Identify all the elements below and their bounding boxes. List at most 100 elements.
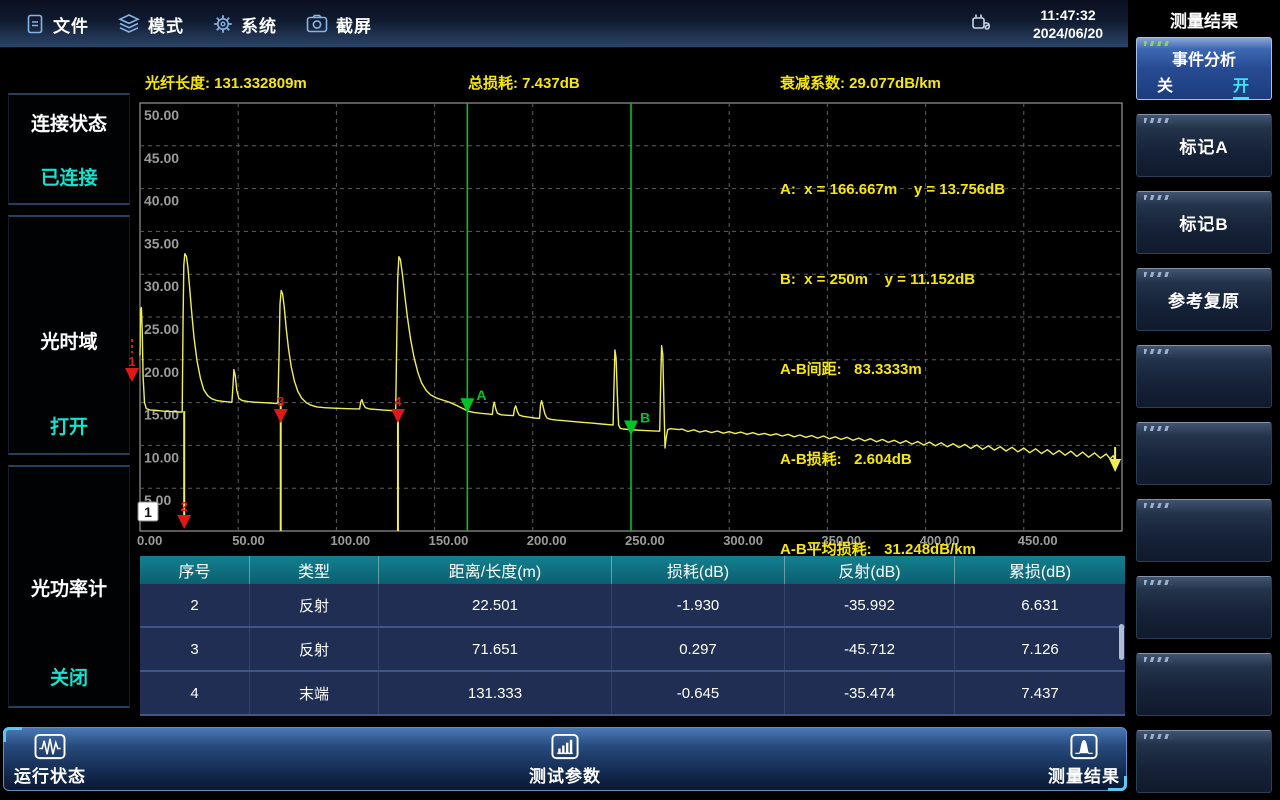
event-arrow bbox=[177, 515, 191, 529]
cell-distance: 71.651 bbox=[379, 628, 612, 670]
sidebar-button-empty[interactable] bbox=[1136, 422, 1272, 485]
y-tick-label: 40.00 bbox=[144, 193, 179, 209]
chart-region: 光纤长度: 131.332809m 总损耗: 7.437dB 衰减系数: 29.… bbox=[140, 60, 1128, 720]
nav-measure-results[interactable]: 测量结果 bbox=[1048, 733, 1120, 787]
cell-type: 末端 bbox=[250, 672, 379, 714]
table-scrollbar-thumb[interactable] bbox=[1119, 624, 1124, 660]
cell-type: 反射 bbox=[250, 628, 379, 670]
y-tick-label: 20.00 bbox=[144, 364, 179, 380]
cell-index: 3 bbox=[140, 628, 250, 670]
toggle-on-option[interactable]: 开 bbox=[1233, 72, 1249, 99]
camera-icon bbox=[305, 13, 329, 35]
cursor-b-readout: B: x = 250m y = 11.152dB bbox=[780, 265, 1005, 295]
cell-reflection: -45.712 bbox=[785, 628, 955, 670]
cell-loss: 0.297 bbox=[612, 628, 785, 670]
col-header: 距离/长度(m) bbox=[379, 556, 612, 584]
total-loss-stat: 总损耗: 7.437dB bbox=[468, 72, 580, 93]
y-tick-label: 50.00 bbox=[144, 107, 179, 123]
cell-cum-loss: 7.126 bbox=[955, 628, 1125, 670]
panel-title: 光功率计 bbox=[9, 574, 129, 601]
menu-item-mode[interactable]: 模式 bbox=[117, 12, 184, 37]
button-label: 标记A bbox=[1137, 115, 1271, 176]
table-row[interactable]: 3 反射 71.651 0.297 -45.712 7.126 bbox=[140, 628, 1125, 672]
y-tick-label: 45.00 bbox=[144, 150, 179, 166]
menu-item-system[interactable]: 系统 bbox=[212, 12, 277, 37]
bar-chart-icon bbox=[547, 733, 583, 762]
cell-cum-loss: 7.437 bbox=[955, 672, 1125, 714]
cursor-a-handle[interactable] bbox=[460, 398, 474, 413]
cell-loss: -0.645 bbox=[612, 672, 785, 714]
event-number: 2 bbox=[181, 499, 188, 514]
event-arrow bbox=[125, 368, 139, 382]
button-label: 标记B bbox=[1137, 192, 1271, 253]
main-menu: 文件 模式 系统 bbox=[24, 0, 372, 48]
sidebar-button-empty[interactable] bbox=[1136, 653, 1272, 716]
cursor-b-label: B bbox=[640, 410, 650, 426]
sidebar-button-empty[interactable] bbox=[1136, 499, 1272, 562]
marker-a-button[interactable]: 标记A bbox=[1136, 114, 1272, 177]
cell-index: 4 bbox=[140, 672, 250, 714]
toggle-off-option[interactable]: 关 bbox=[1157, 72, 1173, 96]
panel-value: 关闭 bbox=[9, 663, 129, 690]
time-text: 11:47:32 bbox=[1018, 6, 1118, 24]
event-arrow bbox=[391, 409, 405, 423]
col-header: 损耗(dB) bbox=[612, 556, 785, 584]
otdr-panel[interactable]: 光时域 打开 bbox=[8, 215, 130, 455]
menu-item-screenshot[interactable]: 截屏 bbox=[305, 12, 372, 37]
x-tick-label: 200.00 bbox=[527, 533, 567, 548]
col-header: 序号 bbox=[140, 556, 250, 584]
fiber-length-stat: 光纤长度: 131.332809m bbox=[145, 72, 307, 93]
marker-b-button[interactable]: 标记B bbox=[1136, 191, 1272, 254]
nav-label: 测量结果 bbox=[1048, 762, 1120, 787]
cell-reflection: -35.474 bbox=[785, 672, 955, 714]
sidebar-button-empty[interactable] bbox=[1136, 576, 1272, 639]
trace-end-arrow bbox=[1109, 459, 1121, 472]
power-plug-icon bbox=[966, 7, 1000, 41]
waveform-icon bbox=[29, 733, 71, 762]
nav-label: 运行状态 bbox=[14, 762, 86, 787]
cell-distance: 131.333 bbox=[379, 672, 612, 714]
connection-status-panel[interactable]: 连接状态 已连接 bbox=[8, 93, 130, 205]
event-number: 1 bbox=[128, 354, 135, 369]
x-tick-label: 50.00 bbox=[232, 533, 265, 548]
ab-average-loss: A-B平均损耗: 31.248dB/km bbox=[780, 535, 1005, 565]
menu-item-file[interactable]: 文件 bbox=[24, 12, 89, 37]
event-number: 4 bbox=[394, 394, 402, 409]
menu-label: 模式 bbox=[148, 12, 184, 37]
nav-test-params[interactable]: 测试参数 bbox=[529, 733, 601, 787]
file-icon bbox=[24, 13, 46, 35]
x-tick-label: 100.00 bbox=[330, 533, 370, 548]
panel-value: 打开 bbox=[9, 412, 129, 439]
sidebar-button-empty[interactable] bbox=[1136, 730, 1272, 793]
x-tick-label: 0.00 bbox=[137, 533, 162, 548]
col-header: 类型 bbox=[250, 556, 379, 584]
table-row[interactable]: 4 末端 131.333 -0.645 -35.474 7.437 bbox=[140, 672, 1125, 716]
button-label: 参考复原 bbox=[1137, 269, 1271, 330]
trace-number-text: 1 bbox=[144, 504, 152, 520]
toggle-title: 事件分析 bbox=[1137, 46, 1271, 70]
panel-title: 光时域 bbox=[9, 327, 129, 354]
x-tick-label: 150.00 bbox=[429, 533, 469, 548]
gear-icon bbox=[212, 13, 234, 35]
layers-icon bbox=[117, 13, 141, 35]
cell-index: 2 bbox=[140, 584, 250, 626]
reference-restore-button[interactable]: 参考复原 bbox=[1136, 268, 1272, 331]
x-tick-label: 450.00 bbox=[1018, 533, 1058, 548]
menu-label: 文件 bbox=[53, 12, 89, 37]
event-analysis-toggle[interactable]: 事件分析 关 开 bbox=[1136, 37, 1272, 100]
right-sidebar: 测量结果 事件分析 关 开 标记A 标记B 参考复原 bbox=[1128, 0, 1280, 800]
power-meter-panel[interactable]: 光功率计 关闭 bbox=[8, 465, 130, 708]
nav-run-status[interactable]: 运行状态 bbox=[14, 733, 86, 787]
x-tick-label: 250.00 bbox=[625, 533, 665, 548]
status-cluster: 11:47:32 2024/06/20 bbox=[966, 0, 1118, 48]
x-tick-label: 300.00 bbox=[723, 533, 763, 548]
peak-icon bbox=[1066, 733, 1102, 762]
top-bar: 文件 模式 系统 bbox=[0, 0, 1128, 48]
cursor-a-label: A bbox=[476, 387, 486, 403]
ab-loss: A-B损耗: 2.604dB bbox=[780, 445, 1005, 475]
y-tick-label: 10.00 bbox=[144, 449, 179, 465]
sidebar-button-empty[interactable] bbox=[1136, 345, 1272, 408]
cell-loss: -1.930 bbox=[612, 584, 785, 626]
cursor-b-handle[interactable] bbox=[624, 421, 638, 436]
menu-label: 系统 bbox=[241, 12, 277, 37]
